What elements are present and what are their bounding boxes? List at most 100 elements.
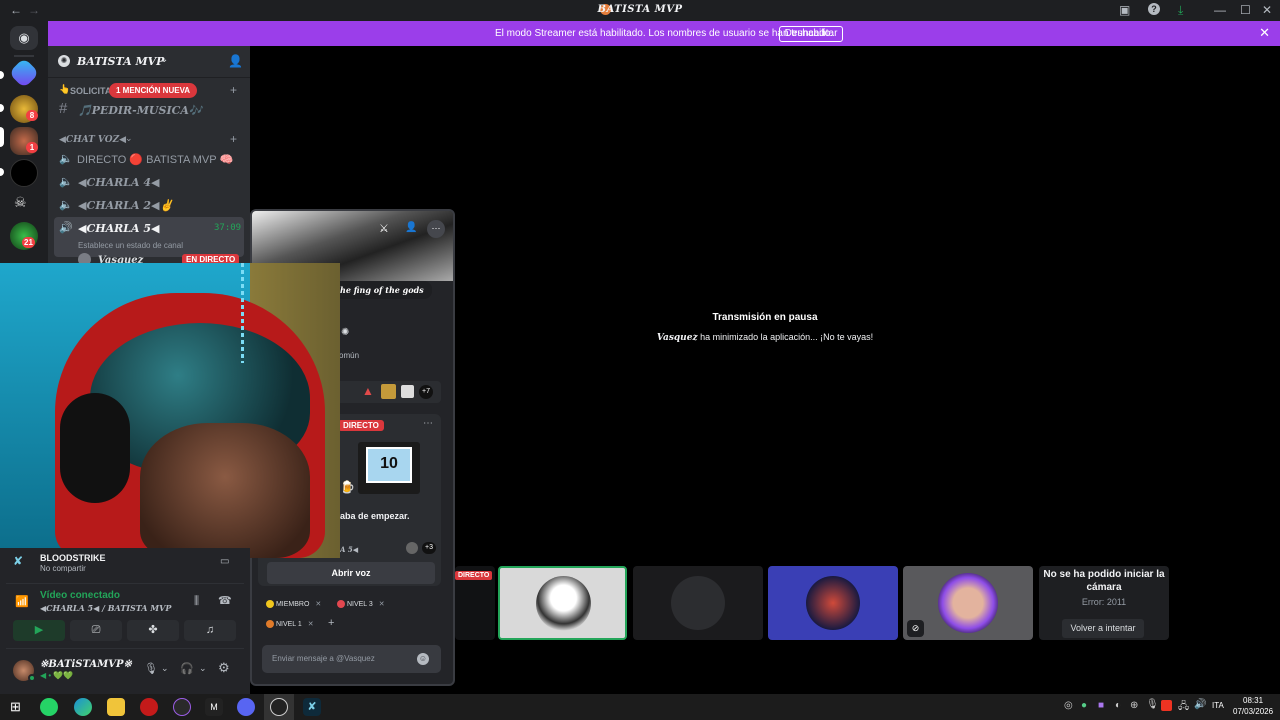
- add-channel-icon[interactable]: +: [230, 83, 237, 97]
- camera-off-icon: ⊘: [907, 620, 924, 637]
- divider: [6, 583, 244, 584]
- participant-tile[interactable]: ⊘: [903, 566, 1033, 640]
- new-mention-pill[interactable]: 1 MENCIÓN NUEVA: [109, 83, 198, 98]
- add-role-icon[interactable]: +: [328, 617, 334, 629]
- screen-share-icon[interactable]: ▭: [220, 556, 229, 567]
- disable-streamer-button[interactable]: Deshabilitar: [779, 26, 843, 42]
- clock-time[interactable]: 08:31: [1243, 696, 1263, 705]
- clock-date[interactable]: 07/03/2026: [1233, 707, 1273, 716]
- role-chip[interactable]: NIVEL 3 ✕: [337, 600, 385, 609]
- retry-button[interactable]: Volver a intentar: [1062, 619, 1144, 638]
- tray-red-app-icon[interactable]: [1161, 700, 1172, 711]
- streamer-mode-banner: El modo Streamer está habilitado. Los no…: [48, 21, 1280, 46]
- app-m-icon[interactable]: M: [205, 698, 223, 716]
- download-icon[interactable]: ⤓: [1178, 3, 1183, 18]
- username[interactable]: ※BATiSTAMVP※: [40, 659, 132, 670]
- disconnect-icon[interactable]: ☎: [218, 594, 232, 607]
- add-channel-icon[interactable]: +: [230, 132, 237, 146]
- category-solicita[interactable]: SOLICITA: [70, 86, 111, 96]
- volume-icon[interactable]: 🔊: [1194, 699, 1206, 710]
- server-bull-icon[interactable]: [10, 159, 38, 187]
- app-red-icon[interactable]: [140, 698, 158, 716]
- noise-suppression-icon[interactable]: ⫼: [194, 595, 199, 608]
- remove-role-icon[interactable]: ✕: [315, 601, 321, 608]
- edge-icon[interactable]: [74, 698, 92, 716]
- file-explorer-icon[interactable]: [107, 698, 125, 716]
- game-icon: [381, 384, 396, 399]
- category-chat-voz[interactable]: ◀CHAT VOZ◀: [59, 135, 126, 145]
- voice-status[interactable]: Vídeo conectado: [40, 590, 120, 601]
- add-member-icon[interactable]: 👤: [228, 54, 243, 68]
- settings-gear-icon[interactable]: ⚙: [218, 660, 230, 676]
- app-circle-icon[interactable]: [173, 698, 191, 716]
- channel-charla-5-selected[interactable]: 🔊 ◀CHARLA 5◀ 37:09 Establece un estado d…: [54, 217, 244, 257]
- activity-channel: A 5◀: [340, 545, 359, 554]
- role-color-dot: [337, 600, 345, 609]
- role-chip[interactable]: MIEMBRO ✕: [266, 600, 321, 609]
- more-options-icon[interactable]: ⋯: [427, 220, 445, 238]
- online-status-dot: [28, 674, 36, 682]
- open-voice-button[interactable]: Abrir voz: [267, 562, 435, 584]
- maximize-icon[interactable]: ☐: [1240, 3, 1251, 17]
- chevron-down-icon[interactable]: ⌄: [161, 663, 169, 674]
- headphones-icon[interactable]: 🎧: [180, 662, 194, 675]
- participant-tile[interactable]: DIRECTO: [455, 566, 495, 640]
- role-name: MIEMBRO: [275, 601, 310, 608]
- close-window-icon[interactable]: ✕: [1262, 3, 1272, 17]
- add-friend-icon[interactable]: 👤: [405, 222, 417, 233]
- participant-tile[interactable]: [633, 566, 763, 640]
- minimize-icon[interactable]: —: [1214, 3, 1226, 17]
- channel-charla-4[interactable]: ◀CHARLA 4◀: [78, 176, 160, 189]
- user-custom-status: ◀ • 💚💚: [40, 671, 74, 680]
- tray-mic-icon[interactable]: 🎙: [1146, 699, 1159, 710]
- channel-directo[interactable]: DIRECTO 🔴 BATISTA MVP 🧠: [77, 153, 233, 166]
- camera-error-title: No se ha podido iniciar la cámara: [1043, 569, 1165, 593]
- voice-channel[interactable]: ◀CHARLA 5◀ / BATISTA MVP: [40, 603, 171, 613]
- discord-home-icon[interactable]: ◉: [10, 26, 38, 50]
- channel-charla-2[interactable]: ◀CHARLA 2◀✌: [78, 199, 173, 212]
- channel-pedir-musica[interactable]: 🎵PEDIR-MUSICA🎶: [78, 104, 203, 117]
- channel-status-hint[interactable]: Establece un estado de canal: [78, 241, 183, 250]
- remove-role-icon[interactable]: ✕: [308, 621, 314, 628]
- role-name: NIVEL 3: [346, 601, 373, 608]
- activities-button[interactable]: ✤: [127, 620, 179, 641]
- discord-taskbar-icon[interactable]: [237, 698, 255, 716]
- skull-server-icon[interactable]: ☠: [14, 194, 27, 211]
- emoji-icon[interactable]: ☺: [417, 653, 429, 665]
- input-language[interactable]: ITA: [1212, 701, 1224, 710]
- obs-icon[interactable]: [270, 698, 288, 716]
- participant-tile-speaking[interactable]: [498, 566, 627, 640]
- server-header[interactable]: ✺ BATISTA MVP ⌄ 👤: [48, 46, 250, 78]
- tray-app-icon[interactable]: ●: [1081, 700, 1087, 711]
- sword-icon[interactable]: ⚔: [379, 222, 389, 235]
- network-icon[interactable]: 🖧: [1178, 699, 1189, 716]
- role-chip[interactable]: NIVEL 1 ✕: [266, 620, 314, 629]
- more-options-icon[interactable]: ⋯: [423, 418, 433, 429]
- roblox-icon: [401, 385, 414, 398]
- remove-role-icon[interactable]: ✕: [379, 601, 385, 608]
- video-toggle-button[interactable]: ▶: [13, 620, 65, 641]
- chevron-down-icon[interactable]: ⌄: [199, 663, 207, 674]
- inbox-icon[interactable]: ▣: [1119, 3, 1130, 17]
- soundboard-button[interactable]: ♫: [184, 620, 236, 641]
- paused-user: Vasquez: [656, 333, 698, 343]
- microphone-icon[interactable]: 🎙: [144, 662, 158, 675]
- tray-app-icon[interactable]: ◐: [1115, 700, 1121, 711]
- tray-steam-icon[interactable]: ◎: [1064, 700, 1073, 711]
- screen-share-button[interactable]: ⎚: [70, 620, 122, 641]
- close-banner-icon[interactable]: ✕: [1259, 25, 1270, 41]
- windows-start-icon[interactable]: ⊞: [10, 699, 21, 715]
- server-5-icon[interactable]: [8, 57, 40, 89]
- message-placeholder: Enviar mensaje a @Vasquez: [272, 654, 375, 663]
- tray-app-icon[interactable]: ⊕: [1130, 700, 1138, 711]
- avatar: [938, 573, 998, 633]
- participant-tile[interactable]: [768, 566, 898, 640]
- tray-app-icon[interactable]: ■: [1098, 700, 1104, 711]
- extra-participants: +3: [422, 542, 436, 554]
- help-icon[interactable]: ?: [1148, 3, 1160, 15]
- bloodstrike-icon[interactable]: ✘: [303, 698, 321, 716]
- message-input[interactable]: Enviar mensaje a @Vasquez ☺: [262, 645, 441, 673]
- mutual-servers-text[interactable]: omún: [339, 351, 359, 360]
- webcam-overlay[interactable]: [0, 263, 340, 558]
- whatsapp-icon[interactable]: [40, 698, 58, 716]
